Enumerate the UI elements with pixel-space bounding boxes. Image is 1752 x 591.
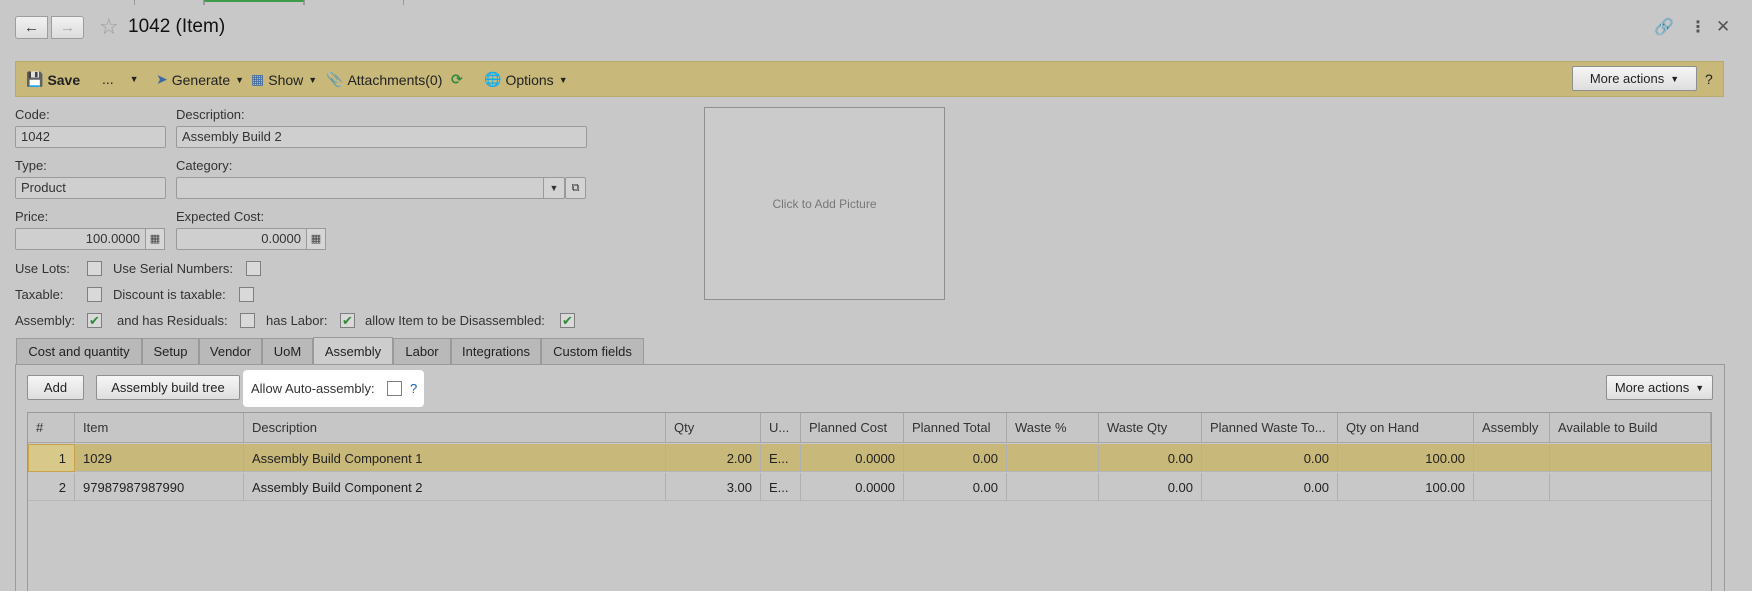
help-button[interactable]: ? — [1705, 71, 1713, 87]
calculator-icon[interactable]: ▦ — [306, 228, 326, 250]
report-icon: ▦ — [251, 71, 265, 87]
forward-button[interactable]: → — [51, 16, 84, 39]
category-label: Category: — [176, 158, 233, 173]
link-icon[interactable]: 🔗 — [1654, 17, 1674, 37]
allow-disassembled-label: allow Item to be Disassembled: — [365, 313, 545, 328]
expected-cost-label: Expected Cost: — [176, 209, 265, 224]
options-button[interactable]: 🌐 Options ▼ — [484, 71, 568, 88]
has-labor-checkbox[interactable]: ✔ — [340, 313, 355, 328]
column-header[interactable]: Planned Total — [904, 413, 1007, 443]
tab-uom[interactable]: UoM — [262, 338, 313, 364]
table-row[interactable]: 2 97987987987990 Assembly Build Componen… — [28, 473, 1711, 501]
has-residuals-checkbox[interactable] — [240, 313, 255, 328]
has-residuals-label: and has Residuals: — [117, 313, 228, 328]
tab-assembly[interactable]: Assembly — [313, 337, 393, 365]
category-open-button[interactable]: ⧉ — [565, 177, 586, 199]
type-label: Type: — [15, 158, 47, 173]
star-icon[interactable]: ☆ — [99, 14, 119, 40]
use-serial-checkbox[interactable] — [246, 261, 261, 276]
tab-vendor[interactable]: Vendor — [199, 338, 262, 364]
allow-auto-assembly-label: Allow Auto-assembly: — [251, 381, 375, 396]
save-icon: 💾 — [26, 71, 44, 87]
code-field[interactable]: 1042 — [15, 126, 166, 148]
category-dropdown-button[interactable]: ▼ — [543, 177, 565, 199]
arrow-right-icon: → — [60, 19, 75, 36]
use-lots-checkbox[interactable] — [87, 261, 102, 276]
title-bar: ← → ☆ 1042 (Item) 🔗 ⋮ ✕ — [0, 5, 1752, 55]
column-header[interactable]: Planned Waste To... — [1202, 413, 1338, 443]
page-title: 1042 (Item) — [128, 16, 226, 37]
globe-icon: 🌐 — [484, 71, 502, 87]
tab-custom-fields[interactable]: Custom fields — [541, 338, 644, 364]
generate-icon: ➤ — [156, 71, 168, 87]
discount-taxable-label: Discount is taxable: — [113, 287, 226, 302]
assembly-checkbox[interactable]: ✔ — [87, 313, 102, 328]
attachments-button[interactable]: 📎 Attachments(0) — [326, 71, 442, 88]
caret-down-icon: ▼ — [558, 74, 568, 85]
use-serial-label: Use Serial Numbers: — [113, 261, 233, 276]
discount-taxable-checkbox[interactable] — [239, 287, 254, 302]
allow-disassembled-checkbox[interactable]: ✔ — [560, 313, 575, 328]
table-row[interactable]: 1 1029 Assembly Build Component 1 2.00 E… — [28, 444, 1711, 472]
refresh-button[interactable]: ⟳ — [451, 71, 463, 88]
tab-setup[interactable]: Setup — [142, 338, 199, 364]
more-vertical-icon[interactable]: ⋮ — [1690, 17, 1706, 37]
column-header[interactable]: Planned Cost — [801, 413, 904, 443]
allow-auto-assembly-help[interactable]: ? — [410, 381, 417, 396]
command-bar: 💾 Save ... ▼ ➤ Generate ▼ ▦ Show ▼ 📎 Att… — [15, 61, 1724, 97]
calculator-icon[interactable]: ▦ — [145, 228, 165, 250]
column-header[interactable]: Waste % — [1007, 413, 1099, 443]
tab-cost-and-quantity[interactable]: Cost and quantity — [16, 338, 142, 364]
column-header[interactable]: Description — [244, 413, 666, 443]
more-commands-button[interactable]: ... ▼ — [102, 71, 139, 87]
column-header[interactable]: Available to Build — [1550, 413, 1711, 443]
allow-auto-assembly-checkbox[interactable] — [387, 381, 402, 396]
column-header[interactable]: # — [28, 413, 75, 443]
price-label: Price: — [15, 209, 49, 224]
has-labor-label: has Labor: — [266, 313, 328, 328]
caret-down-icon: ▼ — [549, 183, 559, 193]
show-button[interactable]: ▦ Show ▼ — [251, 71, 317, 88]
assembly-build-tree-button[interactable]: Assembly build tree — [96, 375, 240, 400]
arrow-left-icon: ← — [24, 19, 39, 36]
caret-down-icon: ▼ — [1695, 382, 1705, 393]
more-actions-button[interactable]: More actions ▼ — [1572, 66, 1697, 91]
components-grid: # Item Description Qty U... Planned Cost… — [27, 412, 1712, 591]
add-button[interactable]: Add — [27, 375, 84, 400]
tab-integrations[interactable]: Integrations — [451, 338, 541, 364]
description-label: Description: — [176, 107, 245, 122]
price-field[interactable]: 100.0000 ▦ — [15, 228, 165, 250]
open-window-icon: ⧉ — [571, 182, 580, 194]
refresh-icon: ⟳ — [451, 71, 463, 87]
paperclip-icon: 📎 — [326, 71, 344, 87]
use-lots-label: Use Lots: — [15, 261, 70, 276]
column-header[interactable]: Qty on Hand — [1338, 413, 1474, 443]
expected-cost-field[interactable]: 0.0000 ▦ — [176, 228, 326, 250]
code-label: Code: — [15, 107, 50, 122]
assembly-label: Assembly: — [15, 313, 75, 328]
description-field[interactable]: Assembly Build 2 — [176, 126, 587, 148]
caret-down-icon: ▼ — [1670, 73, 1680, 84]
caret-down-icon: ▼ — [308, 74, 318, 85]
caret-down-icon: ▼ — [235, 74, 245, 85]
column-header[interactable]: Waste Qty — [1099, 413, 1202, 443]
close-icon[interactable]: ✕ — [1716, 17, 1730, 37]
back-button[interactable]: ← — [15, 16, 48, 39]
tab-labor[interactable]: Labor — [393, 338, 451, 364]
grid-more-actions-button[interactable]: More actions ▼ — [1606, 375, 1713, 400]
caret-down-icon: ▼ — [129, 74, 139, 84]
taxable-label: Taxable: — [15, 287, 64, 302]
column-header[interactable]: Qty — [666, 413, 761, 443]
type-field[interactable]: Product — [15, 177, 166, 199]
taxable-checkbox[interactable] — [87, 287, 102, 302]
column-header[interactable]: U... — [761, 413, 801, 443]
item-picture[interactable]: Click to Add Picture — [704, 107, 945, 300]
generate-button[interactable]: ➤ Generate ▼ — [156, 71, 244, 88]
save-button[interactable]: 💾 Save — [26, 71, 80, 88]
category-select[interactable] — [176, 177, 565, 199]
column-header[interactable]: Assembly — [1474, 413, 1550, 443]
column-header[interactable]: Item — [75, 413, 244, 443]
